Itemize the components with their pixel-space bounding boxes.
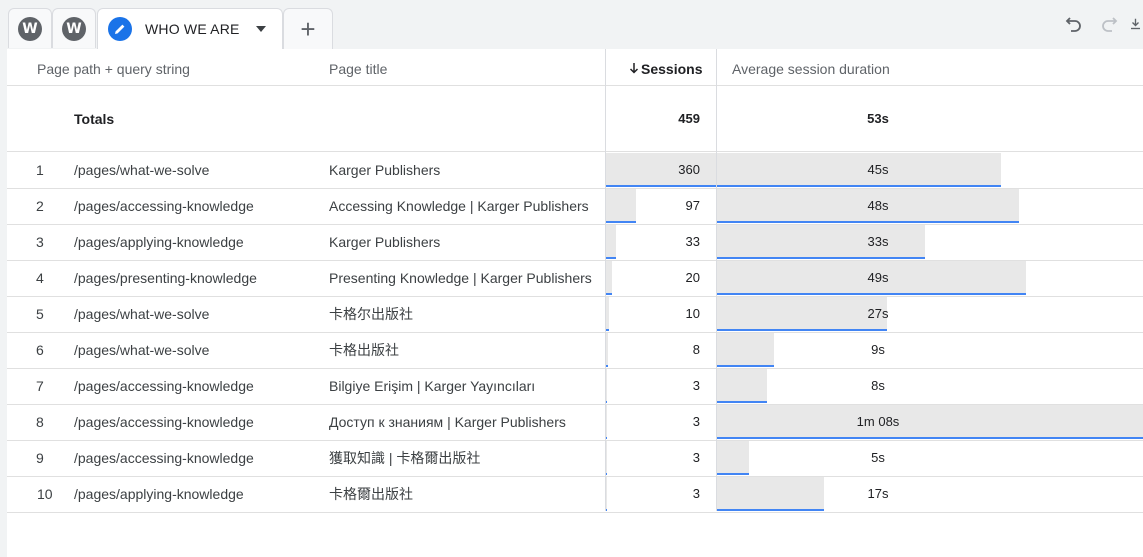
table-row[interactable]: 10/pages/applying-knowledge 卡格爾出版社 3 17s bbox=[7, 476, 1143, 512]
add-tab-button[interactable]: + bbox=[283, 8, 333, 49]
sessions-value: 3 bbox=[692, 378, 700, 393]
page-title-cell: 卡格爾出版社 bbox=[329, 486, 413, 502]
table-row[interactable]: 1/pages/what-we-solve Karger Publishers 36… bbox=[7, 152, 1143, 188]
sessions-value: 33 bbox=[685, 234, 700, 249]
table-row[interactable]: 5/pages/what-we-solve 卡格尔出版社 10 27s bbox=[7, 296, 1143, 332]
sessions-value: 3 bbox=[692, 414, 700, 429]
duration-value: 49s bbox=[867, 270, 889, 285]
tab-w-2-avatar: W bbox=[62, 16, 86, 41]
column-header-title[interactable]: Page title bbox=[329, 49, 387, 86]
plus-icon: + bbox=[300, 14, 316, 44]
row-divider bbox=[7, 512, 1143, 513]
tab-who-we-are[interactable]: WHO WE ARE bbox=[97, 8, 283, 49]
table-row[interactable]: 4/pages/presenting-knowledge Presenting K… bbox=[7, 260, 1143, 296]
sessions-header-label: Sessions bbox=[641, 61, 703, 77]
sessions-value: 20 bbox=[685, 270, 700, 285]
page-title-cell: Karger Publishers bbox=[329, 162, 441, 178]
row-index: 4 bbox=[36, 270, 44, 286]
page-path-link[interactable]: /pages/what-we-solve bbox=[74, 332, 209, 368]
duration-value: 5s bbox=[871, 450, 885, 465]
sessions-value: 8 bbox=[692, 342, 700, 357]
duration-value: 8s bbox=[871, 378, 885, 393]
sessions-value: 3 bbox=[692, 486, 700, 501]
column-divider-duration bbox=[716, 49, 717, 511]
undo-icon[interactable] bbox=[1062, 12, 1086, 36]
table-row[interactable]: 2/pages/accessing-knowledge Accessing Kno… bbox=[7, 188, 1143, 224]
page-title-cell: Accessing Knowledge | Karger Publishers bbox=[329, 198, 589, 214]
page-path-link[interactable]: /pages/accessing-knowledge bbox=[74, 188, 254, 224]
table-row[interactable]: 7/pages/accessing-knowledge Bilgiye Erişi… bbox=[7, 368, 1143, 404]
duration-value: 45s bbox=[867, 162, 889, 177]
page-path-link[interactable]: /pages/applying-knowledge bbox=[74, 476, 244, 512]
page-title-cell: Bilgiye Erişim | Karger Yayıncıları bbox=[329, 378, 536, 394]
row-index: 7 bbox=[36, 378, 44, 394]
tab-w-2[interactable]: W bbox=[52, 8, 96, 48]
page-path-link[interactable]: /pages/accessing-knowledge bbox=[74, 440, 254, 476]
table-row[interactable]: 6/pages/what-we-solve 卡格出版社 8 9s bbox=[7, 332, 1143, 368]
duration-value: 27s bbox=[867, 306, 889, 321]
table-row[interactable]: 8/pages/accessing-knowledge Доступ к знан… bbox=[7, 404, 1143, 440]
page-title-cell: Karger Publishers bbox=[329, 234, 441, 250]
row-index: 9 bbox=[36, 450, 44, 466]
row-index: 2 bbox=[36, 198, 44, 214]
duration-value: 1m 08s bbox=[856, 414, 900, 429]
row-index: 8 bbox=[36, 414, 44, 430]
report-table: Page path + query string Page title Sess… bbox=[7, 49, 1143, 557]
row-index: 6 bbox=[36, 342, 44, 358]
column-header-path[interactable]: Page path + query string bbox=[37, 49, 190, 86]
row-index: 3 bbox=[36, 234, 44, 250]
column-header-duration[interactable]: Average session duration bbox=[732, 49, 890, 86]
sessions-value: 97 bbox=[685, 198, 700, 213]
page-title-cell: Presenting Knowledge | Karger Publishers bbox=[329, 270, 592, 286]
page-path-link[interactable]: /pages/accessing-knowledge bbox=[74, 368, 254, 404]
duration-value: 17s bbox=[867, 486, 889, 501]
tab-label: WHO WE ARE bbox=[145, 21, 240, 37]
table-row[interactable]: 9/pages/accessing-knowledge 獲取知識 | 卡格爾出版社… bbox=[7, 440, 1143, 476]
sessions-value: 3 bbox=[692, 450, 700, 465]
totals-label: Totals bbox=[74, 111, 115, 127]
page-title-cell: Доступ к знаниям | Karger Publishers bbox=[329, 414, 566, 430]
page-title-cell: 卡格出版社 bbox=[329, 342, 399, 358]
duration-value: 33s bbox=[867, 234, 889, 249]
totals-row: Totals 459 53s bbox=[7, 86, 1143, 151]
table-row[interactable]: 3/pages/applying-knowledge Karger Publish… bbox=[7, 224, 1143, 260]
duration-value: 9s bbox=[871, 342, 885, 357]
page-path-link[interactable]: /pages/presenting-knowledge bbox=[74, 260, 257, 296]
page-path-link[interactable]: /pages/what-we-solve bbox=[74, 152, 209, 188]
row-index: 10 bbox=[37, 486, 53, 502]
sessions-value: 10 bbox=[685, 306, 700, 321]
redo-icon[interactable] bbox=[1097, 12, 1121, 36]
tab-bar: W W WHO WE ARE + bbox=[0, 0, 1143, 49]
tab-w-1[interactable]: W bbox=[8, 8, 52, 48]
tab-w-1-avatar: W bbox=[18, 16, 42, 41]
totals-duration: 53s bbox=[867, 111, 889, 126]
chevron-down-icon[interactable] bbox=[256, 26, 266, 32]
row-index: 1 bbox=[36, 162, 44, 178]
column-divider-sessions bbox=[605, 49, 606, 511]
totals-sessions: 459 bbox=[678, 111, 700, 126]
page-title-cell: 卡格尔出版社 bbox=[329, 306, 413, 322]
pencil-icon bbox=[108, 17, 132, 41]
page-path-link[interactable]: /pages/what-we-solve bbox=[74, 296, 209, 332]
page-path-link[interactable]: /pages/accessing-knowledge bbox=[74, 404, 254, 440]
download-icon[interactable] bbox=[1128, 12, 1143, 36]
page-path-link[interactable]: /pages/applying-knowledge bbox=[74, 224, 244, 260]
sessions-value: 360 bbox=[678, 162, 700, 177]
duration-value: 48s bbox=[867, 198, 889, 213]
column-header-sessions[interactable]: Sessions bbox=[629, 49, 702, 86]
page-title-cell: 獲取知識 | 卡格爾出版社 bbox=[329, 450, 481, 466]
sort-arrow-down-icon bbox=[629, 49, 639, 89]
row-index: 5 bbox=[36, 306, 44, 322]
